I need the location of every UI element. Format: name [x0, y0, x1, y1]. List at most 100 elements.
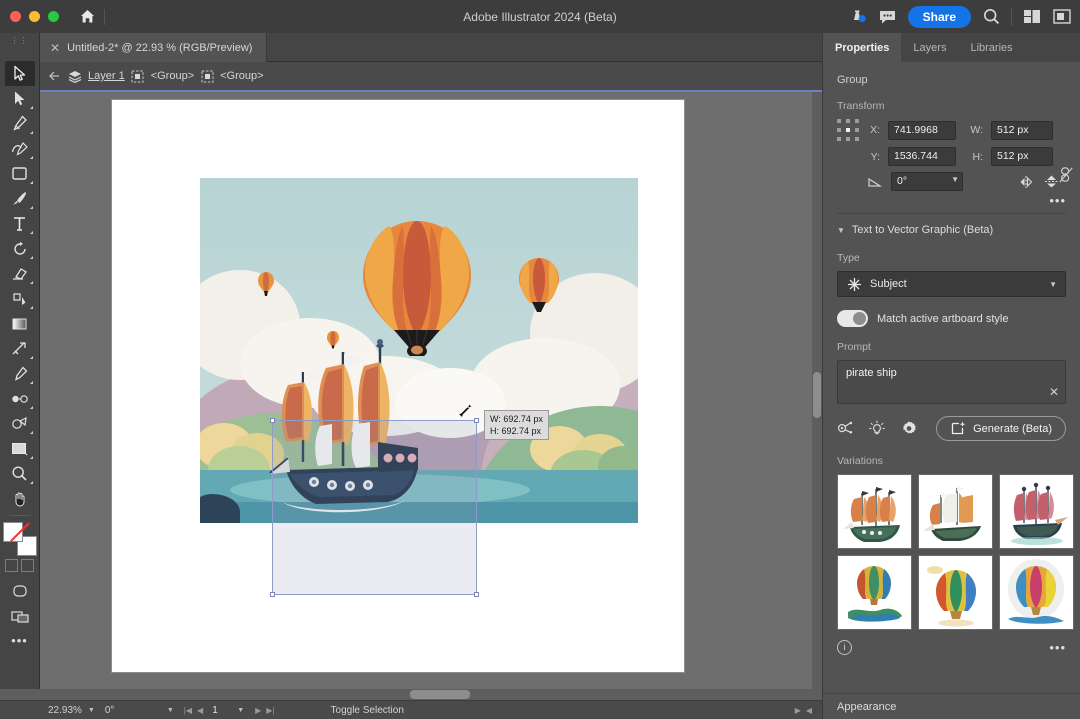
close-icon[interactable]: ✕ — [50, 42, 60, 54]
transform-more-options-icon[interactable]: ••• — [1049, 194, 1066, 207]
selection-handle-tl[interactable] — [270, 418, 275, 423]
rotate-view-control[interactable]: 0° ▼ — [101, 701, 180, 719]
variation-thumbnail-6[interactable] — [999, 555, 1074, 630]
screen-mode-button[interactable] — [5, 603, 35, 628]
maximize-window-button[interactable] — [48, 11, 59, 22]
document-tab[interactable]: ✕ Untitled-2* @ 22.93 % (RGB/Preview) — [40, 33, 268, 62]
flip-vertical-icon[interactable] — [1043, 174, 1059, 190]
x-input[interactable]: 741.9968 — [888, 120, 956, 140]
canvas-vertical-scrollbar[interactable] — [812, 92, 822, 700]
variation-thumbnail-1[interactable] — [837, 474, 912, 549]
flip-horizontal-icon[interactable] — [1019, 174, 1035, 190]
reference-point-grid[interactable] — [837, 119, 859, 141]
appearance-section-heading[interactable]: Appearance — [823, 693, 1080, 719]
close-window-button[interactable] — [10, 11, 21, 22]
unlink-proportions-icon[interactable] — [1058, 167, 1074, 183]
hand-tool[interactable] — [5, 486, 35, 511]
selection-handle-bl[interactable] — [270, 592, 275, 597]
tab-libraries[interactable]: Libraries — [958, 33, 1024, 62]
chevron-down-icon[interactable]: ▼ — [951, 175, 959, 184]
paintbrush-tool[interactable] — [5, 186, 35, 211]
status-next-button[interactable]: ▶ — [795, 706, 801, 715]
tab-layers[interactable]: Layers — [901, 33, 958, 62]
selection-handle-tr[interactable] — [474, 418, 479, 423]
direct-selection-tool[interactable] — [5, 86, 35, 111]
type-select[interactable]: Subject ▼ — [837, 271, 1066, 297]
rotate-tool[interactable] — [5, 236, 35, 261]
selection-bounding-box[interactable] — [270, 418, 479, 597]
breadcrumb-item-group-2[interactable]: <Group> — [220, 70, 263, 82]
selection-tool[interactable] — [4, 61, 35, 86]
y-input[interactable]: 1536.744 — [888, 147, 956, 166]
prev-artboard-button[interactable]: ◀ — [197, 706, 203, 715]
chevron-down-icon[interactable]: ▼ — [235, 707, 250, 714]
variation-thumbnail-2[interactable] — [918, 474, 993, 549]
edit-toolbar-button[interactable]: ••• — [5, 628, 35, 653]
artboard-tool[interactable] — [5, 436, 35, 461]
status-prev-button[interactable]: ◀ — [806, 706, 812, 715]
h-input[interactable]: 512 px — [991, 147, 1053, 166]
match-artboard-style-toggle[interactable] — [837, 310, 868, 327]
artboard-navigation[interactable]: |◀ ◀ 1 ▼ ▶ ▶| — [180, 705, 279, 716]
curvature-tool[interactable] — [5, 136, 35, 161]
color-swatch-button[interactable] — [5, 559, 18, 572]
scrollbar-thumb[interactable] — [410, 690, 470, 699]
zoom-tool[interactable] — [5, 461, 35, 486]
variations-more-options-icon[interactable]: ••• — [1049, 641, 1066, 654]
status-pager[interactable]: ▶ ◀ — [791, 706, 822, 715]
angle-control[interactable]: 0° ▼ — [891, 172, 963, 191]
type-tool[interactable] — [5, 211, 35, 236]
pen-tool[interactable] — [5, 111, 35, 136]
prompt-input[interactable]: pirate ship ✕ — [837, 360, 1066, 404]
first-artboard-button[interactable]: |◀ — [184, 706, 192, 715]
info-icon[interactable]: i — [837, 640, 852, 655]
toolbar-grip[interactable]: ⋮⋮ — [0, 33, 39, 47]
canvas-horizontal-scrollbar[interactable] — [0, 689, 822, 700]
match-artboard-style-row[interactable]: Match active artboard style — [837, 310, 1066, 327]
search-icon[interactable] — [981, 7, 1001, 27]
inspiration-icon[interactable] — [869, 420, 885, 437]
generate-button[interactable]: Generate (Beta) — [936, 416, 1066, 441]
width-tool[interactable] — [5, 336, 35, 361]
comment-icon[interactable] — [878, 7, 898, 27]
fill-stroke-swatches[interactable] — [2, 522, 37, 556]
zoom-level-control[interactable]: 22.93% ▼ — [44, 701, 101, 719]
gradient-swatch-button[interactable] — [21, 559, 34, 572]
last-artboard-button[interactable]: ▶| — [266, 706, 274, 715]
rectangle-tool[interactable] — [5, 161, 35, 186]
prompt-suggestion-icon[interactable] — [837, 421, 853, 437]
variation-thumbnail-4[interactable] — [837, 555, 912, 630]
canvas-area[interactable]: W: 692.74 px H: 692.74 px — [40, 92, 822, 700]
home-icon[interactable] — [70, 0, 104, 33]
eyedropper-tool[interactable] — [5, 361, 35, 386]
tab-properties[interactable]: Properties — [823, 33, 902, 62]
variation-thumbnail-5[interactable] — [918, 555, 993, 630]
next-artboard-button[interactable]: ▶ — [255, 706, 261, 715]
chevron-down-icon[interactable]: ▼ — [86, 707, 101, 714]
scale-tool[interactable] — [5, 286, 35, 311]
eraser-tool[interactable] — [5, 261, 35, 286]
drawing-mode-button[interactable] — [5, 578, 35, 603]
gradient-tool[interactable] — [5, 311, 35, 336]
cloud-sync-icon[interactable] — [848, 7, 868, 27]
window-controls[interactable] — [0, 11, 70, 22]
chevron-down-icon[interactable]: ▼ — [137, 707, 180, 714]
settings-gear-icon[interactable] — [901, 421, 917, 437]
panel-layout-icon[interactable] — [1052, 7, 1072, 27]
text-to-vector-heading[interactable]: ▼ Text to Vector Graphic (Beta) — [837, 213, 1066, 238]
scrollbar-thumb[interactable] — [813, 372, 821, 418]
breadcrumb-item-group-1[interactable]: <Group> — [151, 70, 194, 82]
chevron-down-icon[interactable]: ▼ — [837, 226, 845, 235]
selection-handle-br[interactable] — [474, 592, 479, 597]
back-arrow-icon[interactable] — [48, 69, 62, 83]
clear-icon[interactable]: ✕ — [1049, 385, 1059, 399]
workspace-switcher-icon[interactable] — [1022, 7, 1042, 27]
blend-tool[interactable] — [5, 386, 35, 411]
color-mode-buttons[interactable] — [5, 559, 34, 572]
minimize-window-button[interactable] — [29, 11, 40, 22]
w-input[interactable]: 512 px — [991, 120, 1053, 140]
shape-builder-tool[interactable] — [5, 411, 35, 436]
share-button[interactable]: Share — [907, 5, 971, 28]
breadcrumb-item-layer[interactable]: Layer 1 — [88, 70, 125, 82]
chevron-down-icon[interactable]: ▼ — [1049, 280, 1057, 289]
